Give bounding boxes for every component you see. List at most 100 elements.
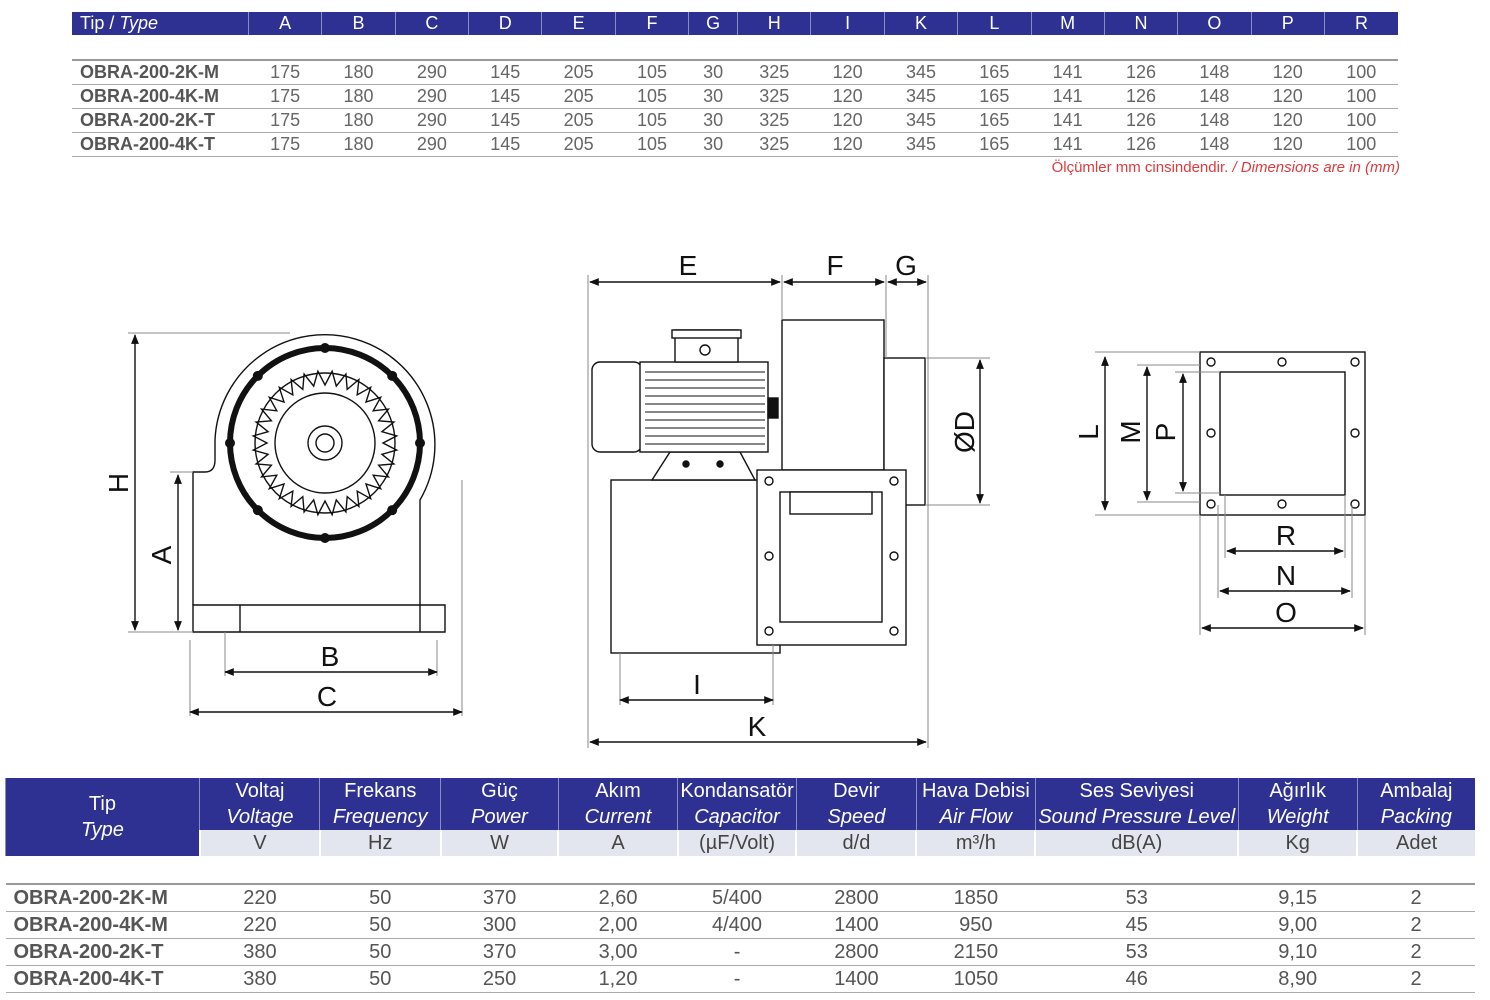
header-tr: Frekans — [344, 780, 417, 802]
header-tr: Ses Seviyesi — [1079, 780, 1195, 802]
dimension-cell: 175 — [248, 108, 322, 133]
column-header-n: N — [1103, 12, 1178, 35]
dimension-cell: 120 — [1251, 59, 1325, 85]
spec-header: Tip Type — [4, 778, 200, 856]
label-M: M — [1115, 420, 1146, 443]
spec-cell: 2,60 — [558, 883, 678, 912]
unit-cell: Adet — [1356, 830, 1475, 856]
label-H: H — [103, 473, 134, 493]
spec-header: Devir Speed — [795, 778, 917, 830]
dimension-cell: 120 — [810, 108, 885, 133]
spec-cell: 46 — [1035, 965, 1239, 993]
spec-cell: 8,90 — [1238, 965, 1358, 993]
spec-cell: - — [677, 965, 797, 993]
dimension-cell: 165 — [957, 132, 1031, 157]
table-row: OBRA-200-2K-M 220 50 370 2,60 5/400 2800 1850 53… — [5, 883, 1475, 912]
unit-cell: Kg — [1237, 830, 1358, 856]
spec-cell: 1,20 — [558, 965, 678, 993]
dimension-cell: 205 — [541, 84, 616, 109]
header-tr: Hava Debisi — [921, 780, 1030, 802]
column-header-o: O — [1177, 12, 1252, 35]
mounting-hole — [1206, 499, 1216, 509]
dimension-cell: 205 — [541, 59, 616, 85]
dimension-cell: 325 — [737, 132, 811, 157]
spec-cell: 45 — [1035, 911, 1239, 939]
dimension-cell: 141 — [1031, 59, 1105, 85]
dimension-cell: 126 — [1104, 108, 1178, 133]
column-header-l: L — [957, 12, 1031, 35]
dimension-cell: 180 — [321, 132, 396, 157]
dimension-cell: 100 — [1324, 59, 1398, 85]
mounting-hole — [1206, 357, 1216, 367]
spec-cell: 370 — [440, 938, 559, 966]
dimension-cell: 165 — [957, 108, 1031, 133]
header-en: Packing — [1380, 806, 1452, 828]
spec-cell: 9,00 — [1238, 911, 1358, 939]
side-view-drawing — [587, 275, 990, 748]
table-row: OBRA-200-2K-T 175 180 290 145 205 105 30 325 120 3… — [72, 108, 1398, 133]
spec-cell: 53 — [1035, 883, 1239, 912]
dimension-cell: 145 — [468, 132, 542, 157]
header-tr: Ağırlık — [1269, 780, 1327, 802]
spec-cell: 50 — [319, 938, 441, 966]
spec-header: Voltaj Voltage — [199, 778, 320, 830]
spec-cell: - — [677, 938, 797, 966]
spec-cell: 1400 — [796, 965, 917, 993]
spec-cell: 5/400 — [677, 883, 797, 912]
header-en: Type — [80, 819, 124, 841]
table-row: OBRA-200-4K-M 175 180 290 145 205 105 30 325 120 3… — [72, 84, 1398, 109]
bolt-hole — [252, 505, 263, 516]
unit-cell: A — [557, 830, 678, 856]
spec-header: Kondansatör Capacitor — [677, 778, 797, 830]
spec-cell: 300 — [440, 911, 559, 939]
unit-cell: d/d — [795, 830, 917, 856]
column-header-k: K — [883, 12, 958, 35]
spec-cell: 2 — [1357, 965, 1475, 993]
table-row: OBRA-200-4K-T 175 180 290 145 205 105 30 325 120 3… — [72, 132, 1398, 157]
dimension-cell: 290 — [395, 84, 469, 109]
mounting-hole — [1350, 428, 1360, 438]
header-en: Power — [471, 806, 528, 828]
spec-cell: 1400 — [796, 911, 917, 939]
dimension-cell: 100 — [1324, 132, 1398, 157]
dimension-cell: 126 — [1104, 132, 1178, 157]
dimension-cell: 30 — [688, 84, 738, 109]
spec-cell: 1050 — [916, 965, 1036, 993]
label-G: G — [895, 250, 917, 281]
mounting-hole — [889, 476, 899, 486]
bolt-hole — [225, 438, 235, 448]
bolt-hole — [387, 505, 398, 516]
dimension-cell: 120 — [810, 84, 885, 109]
dimension-cell: 325 — [737, 84, 811, 109]
dimension-cell: 175 — [248, 132, 322, 157]
label-F: F — [826, 250, 843, 281]
column-header-c: C — [394, 12, 469, 35]
dimension-cell: 345 — [884, 59, 958, 85]
dimension-cell: 120 — [1251, 132, 1325, 157]
bolt-hole — [320, 343, 330, 353]
table-row: OBRA-200-2K-M 175 180 290 145 205 105 30 325 120 3… — [72, 59, 1398, 85]
label-P: P — [1150, 423, 1181, 442]
column-header-b: B — [321, 12, 396, 35]
spec-cell: 950 — [916, 911, 1036, 939]
dimensions-table: Tip / Type A B C D E F G H I K L M N O P R OBRA-200-2K-M… — [72, 12, 1398, 157]
spec-cell: 2800 — [796, 883, 917, 912]
dimension-cell: 148 — [1177, 59, 1252, 85]
unit-cell: m³/h — [915, 830, 1036, 856]
spec-header: Hava Debisi Air Flow — [915, 778, 1036, 830]
table-row: OBRA-200-2K-T 380 50 370 3,00-2800 2150 53 9,10… — [5, 938, 1475, 966]
dimension-cell: 180 — [321, 108, 396, 133]
header-en: Voltage — [226, 806, 294, 828]
dimension-cell: 325 — [737, 108, 811, 133]
mounting-hole — [764, 626, 774, 636]
header-tr: Ambalaj — [1380, 780, 1453, 802]
type-cell: OBRA-200-4K-T — [5, 965, 200, 993]
dimension-cell: 141 — [1031, 84, 1105, 109]
mounting-hole — [764, 551, 774, 561]
label-C: C — [317, 681, 337, 712]
header-tr: Voltaj — [235, 780, 285, 802]
type-cell: OBRA-200-2K-M — [72, 59, 249, 85]
mounting-hole — [889, 626, 899, 636]
bolt-hole — [320, 533, 330, 543]
bolt-hole — [415, 438, 425, 448]
